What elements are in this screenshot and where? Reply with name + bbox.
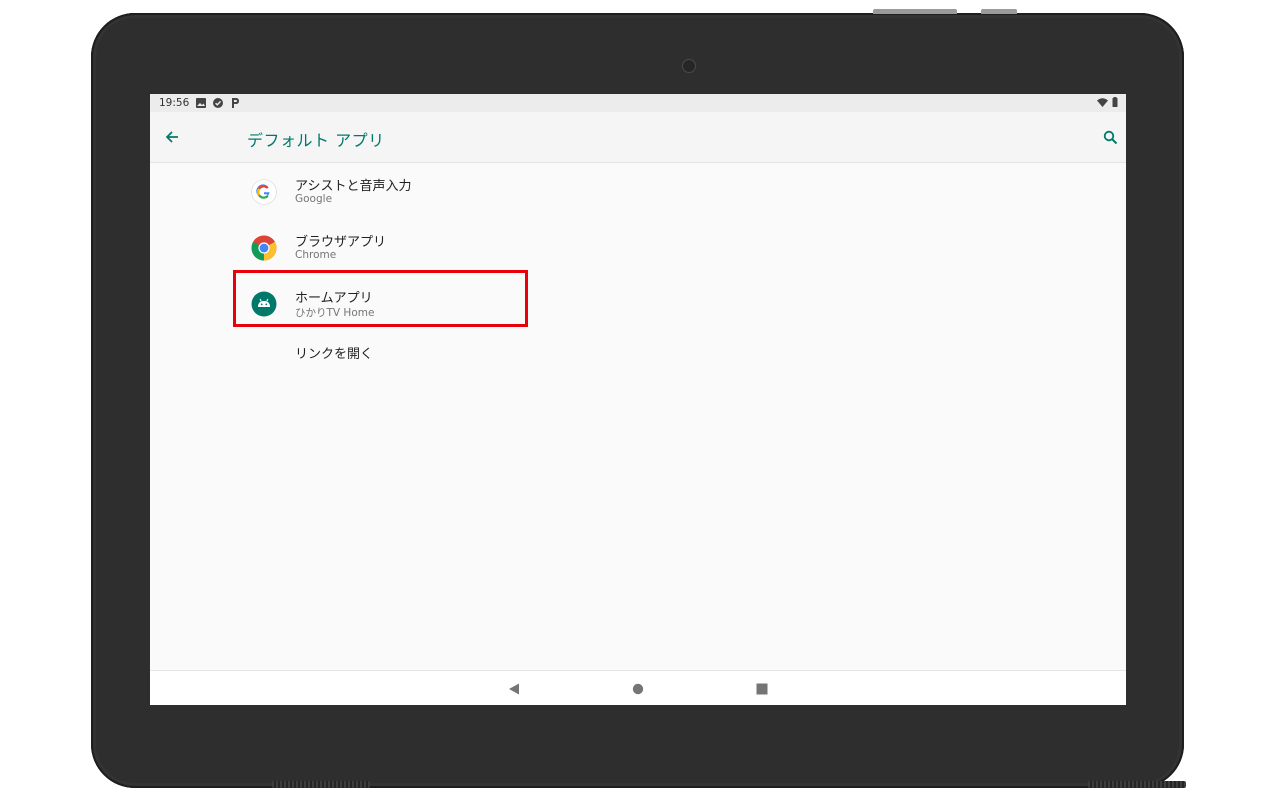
recents-square-icon: [756, 683, 768, 695]
status-left-icons: [195, 97, 240, 108]
page-title: デフォルト アプリ: [247, 131, 385, 150]
list-item-browser[interactable]: ブラウザアプリ Chrome: [150, 219, 1126, 275]
item-title: ホームアプリ: [295, 291, 373, 306]
back-button[interactable]: [160, 125, 184, 149]
item-title: アシストと音声入力: [295, 179, 412, 194]
volume-button: [873, 9, 957, 14]
list-item-open-links[interactable]: リンクを開く: [150, 331, 1126, 387]
p-icon: [229, 97, 240, 108]
item-title: ブラウザアプリ: [295, 235, 387, 250]
list-item-assist[interactable]: アシストと音声入力 Google: [150, 163, 1126, 219]
nav-back-button[interactable]: [504, 679, 524, 699]
image-icon: [195, 97, 206, 108]
status-right-icons: [1097, 97, 1118, 110]
check-circle-icon: [212, 97, 223, 108]
back-triangle-icon: [509, 683, 519, 695]
app-bar: デフォルト アプリ: [150, 112, 1126, 163]
nav-home-button[interactable]: [628, 679, 648, 699]
speaker-grille-left: [272, 781, 370, 788]
list-item-home-app[interactable]: ホームアプリ ひかりTV Home: [150, 275, 1126, 331]
power-button: [981, 9, 1017, 14]
status-bar: 19:56: [150, 94, 1126, 112]
item-title: リンクを開く: [295, 347, 374, 362]
item-subtitle: Chrome: [295, 249, 337, 261]
nav-recents-button[interactable]: [752, 679, 772, 699]
speaker-grille-right: [1088, 781, 1186, 788]
google-icon: [251, 179, 277, 205]
wifi-icon: [1097, 97, 1108, 110]
navigation-bar: [150, 670, 1126, 705]
search-icon: [1103, 130, 1117, 144]
search-button[interactable]: [1098, 125, 1122, 149]
battery-icon: [1112, 97, 1118, 110]
arrow-back-icon: [165, 131, 178, 143]
status-time: 19:56: [159, 97, 190, 109]
front-camera: [682, 59, 696, 73]
item-subtitle: Google: [295, 193, 333, 205]
home-circle-icon: [632, 683, 644, 695]
chrome-icon: [251, 235, 277, 261]
item-subtitle: ひかりTV Home: [295, 307, 375, 319]
android-icon: [251, 291, 277, 317]
device-screen: 19:56 デフォルト アプリ アシストと音声入力 Google ブラウザアプリ…: [150, 94, 1126, 705]
